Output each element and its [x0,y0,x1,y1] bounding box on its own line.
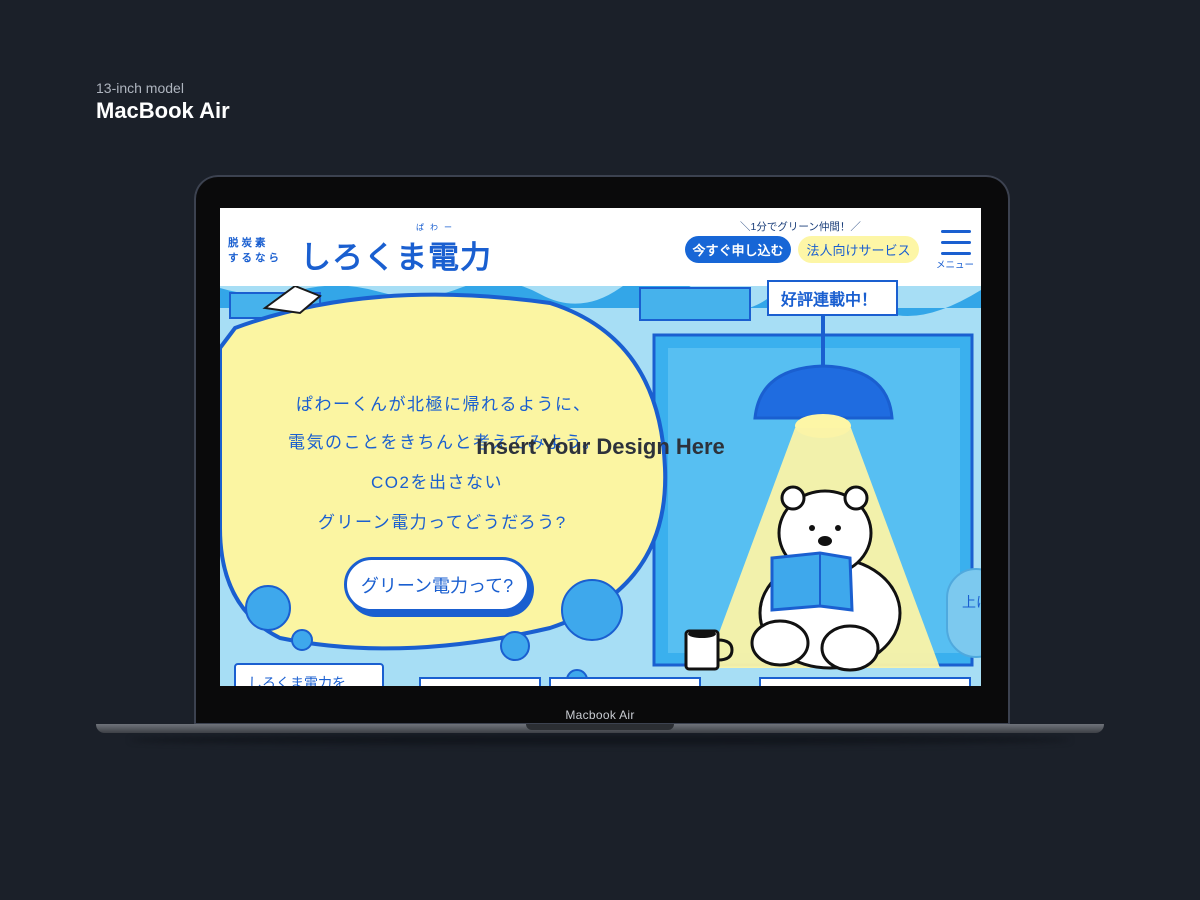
hero-line-1: ぱわーくんが北極に帰れるように、 [296,395,592,414]
hamburger-menu-icon[interactable] [941,230,971,256]
green-power-cta-button[interactable]: グリーン電力って? [344,557,530,612]
model-title: MacBook Air [96,98,230,123]
apply-now-button[interactable]: 今すぐ申し込む [685,236,791,263]
hero-line-4: グリーン電力ってどうだろう? [318,513,567,532]
model-subtitle: 13-inch model [96,80,184,96]
laptop-shadow [130,735,1070,745]
bottom-card[interactable]: しろくま電力を [234,663,384,686]
laptop-notch [526,724,674,730]
hero-line-3: CO2を出さない [371,473,503,492]
logo-tagline: 脱炭素 するなら [228,236,282,266]
site-header: 脱炭素 するなら ぱわー しろくま電力 ＼1分でグリーン仲間！／ 今すぐ申し込む… [220,208,981,286]
serial-sign[interactable]: 好評連載中！ [767,280,898,316]
header-tagline: ＼1分でグリーン仲間！／ [740,221,861,233]
menu-label[interactable]: メニュー [936,257,974,271]
design-placeholder-text: Insert Your Design Here [476,434,725,459]
logo-small-line1: 脱炭素 [228,237,269,249]
site-logo[interactable]: しろくま電力 [300,232,492,277]
laptop-screen: 脱炭素 するなら ぱわー しろくま電力 ＼1分でグリーン仲間！／ 今すぐ申し込む… [220,208,981,686]
bezel-label: Macbook Air [565,708,635,722]
logo-small-line2: するなら [228,252,282,264]
business-services-button[interactable]: 法人向けサービス [798,236,919,263]
side-tab[interactable]: 上に [946,568,981,658]
